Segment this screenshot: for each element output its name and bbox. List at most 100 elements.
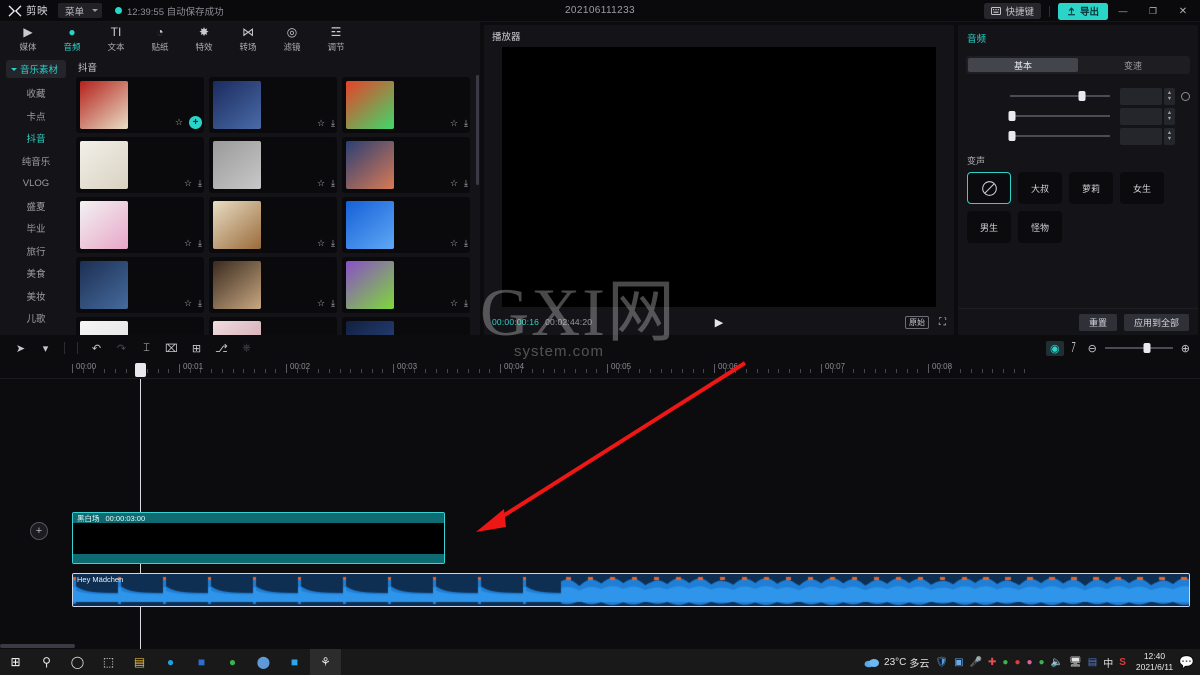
sidebar-item-抖音[interactable]: 抖音	[0, 127, 72, 150]
slider-track[interactable]	[1008, 131, 1110, 141]
start-button[interactable]: ⊞	[0, 649, 31, 675]
music-card[interactable]: ☆⤓	[209, 77, 337, 133]
fullscreen-button[interactable]: ⛶	[939, 317, 946, 328]
sidebar-header[interactable]: 音乐素材	[6, 60, 66, 78]
video-preview[interactable]	[502, 47, 936, 307]
wechat-tray-icon[interactable]: ●	[1039, 657, 1045, 668]
sidebar-item-卡点[interactable]: 卡点	[0, 105, 72, 128]
audio-clip[interactable]: Hey Mädchen	[72, 573, 1190, 607]
music-card[interactable]: ☆⤓	[342, 77, 470, 133]
download-icon[interactable]: ⤓	[464, 238, 468, 249]
aspect-ratio-button[interactable]: 原始	[905, 315, 929, 329]
download-icon[interactable]: ⤓	[198, 298, 202, 309]
tab-滤镜[interactable]: ◎ 滤镜	[270, 23, 314, 55]
select-tool[interactable]: ➤	[8, 337, 33, 359]
reset-icon[interactable]	[1181, 91, 1190, 101]
add-track-button[interactable]: +	[30, 522, 48, 540]
music-card[interactable]: ☆⤓	[76, 257, 204, 313]
cortana-icon[interactable]: ◯	[62, 649, 93, 675]
voice-option-女生[interactable]: 女生	[1120, 172, 1164, 204]
timeline-horizontal-scrollbar[interactable]	[0, 644, 75, 648]
search-icon[interactable]: ⚲	[31, 649, 62, 675]
freeze-button[interactable]: ⊞	[184, 337, 209, 359]
minimize-button[interactable]: —	[1108, 0, 1138, 22]
screen-icon[interactable]: ▣	[954, 657, 963, 668]
sidebar-item-VLOG[interactable]: VLOG	[0, 172, 72, 195]
zoom-slider-handle[interactable]	[1143, 343, 1151, 353]
sidebar-item-毕业[interactable]: 毕业	[0, 217, 72, 240]
tab-音频[interactable]: ● 音频	[50, 23, 94, 55]
network-icon[interactable]: ▤	[1088, 657, 1097, 668]
close-button[interactable]: ✕	[1168, 0, 1198, 22]
shield-icon[interactable]: 🛡	[935, 657, 948, 668]
sidebar-item-盛夏[interactable]: 盛夏	[0, 195, 72, 218]
export-button[interactable]: 导出	[1057, 2, 1108, 20]
slider-handle[interactable]	[1008, 131, 1016, 141]
store-icon[interactable]: ■	[186, 649, 217, 675]
redo-button[interactable]: ↷	[109, 337, 134, 359]
voice-option-男生[interactable]: 男生	[967, 211, 1011, 243]
browser-icon[interactable]: ●	[155, 649, 186, 675]
download-icon[interactable]: ⤓	[464, 118, 468, 129]
favorite-icon[interactable]: ☆	[317, 298, 325, 309]
app-icon[interactable]: ■	[279, 649, 310, 675]
tab-特效[interactable]: ✸ 特效	[182, 23, 226, 55]
tab-转场[interactable]: ⋈ 转场	[226, 23, 270, 55]
favorite-icon[interactable]: ☆	[450, 118, 458, 129]
mark-in-button[interactable]: ⎇	[209, 337, 234, 359]
sogou-icon[interactable]: S	[1119, 657, 1126, 668]
sidebar-item-儿歌[interactable]: 儿歌	[0, 307, 72, 330]
music-card[interactable]: ☆⤓	[209, 137, 337, 193]
music-card[interactable]: ☆⤓	[76, 317, 204, 335]
mic-icon[interactable]: 🎤	[970, 657, 982, 668]
slider-value-input[interactable]	[1120, 107, 1162, 125]
select-dropdown[interactable]: ▾	[33, 337, 58, 359]
download-icon[interactable]: ⤓	[331, 178, 335, 189]
music-card[interactable]: ☆⤓	[209, 317, 337, 335]
tab-贴纸[interactable]: ◔ 贴纸	[138, 23, 182, 55]
music-card[interactable]: ☆⤓	[342, 317, 470, 335]
update-icon[interactable]: ✚	[988, 657, 996, 668]
notifications-icon[interactable]: 💬	[1179, 655, 1194, 669]
panel-tab-变速[interactable]: 变速	[1078, 58, 1188, 72]
music-card[interactable]: ☆⤓	[76, 137, 204, 193]
undo-button[interactable]: ↶	[84, 337, 109, 359]
delete-button[interactable]: ⌧	[159, 337, 184, 359]
slider-track[interactable]	[1010, 91, 1110, 101]
pink-icon[interactable]: ●	[1026, 657, 1032, 668]
sidebar-item-美妆[interactable]: 美妆	[0, 285, 72, 308]
music-card[interactable]: ☆⤓	[342, 137, 470, 193]
favorite-icon[interactable]: ☆	[184, 238, 192, 249]
slider-track[interactable]	[1008, 111, 1110, 121]
download-icon[interactable]: ⤓	[198, 178, 202, 189]
music-card[interactable]: ☆⤓	[342, 257, 470, 313]
globe-icon[interactable]: ⬤	[248, 649, 279, 675]
music-card[interactable]: ☆⤓	[342, 197, 470, 253]
video-clip[interactable]: 黑白场 00:00:03:00	[72, 512, 445, 564]
sidebar-item-旅行[interactable]: 旅行	[0, 240, 72, 263]
mirror-icon[interactable]: ◉	[1045, 340, 1064, 356]
download-icon[interactable]: ⤓	[464, 298, 468, 309]
favorite-icon[interactable]: ☆	[317, 118, 325, 129]
monitor-icon[interactable]: 🖥	[1069, 657, 1082, 668]
zoom-slider[interactable]	[1104, 343, 1173, 353]
zoom-out-button[interactable]: ⊖	[1088, 342, 1097, 355]
sidebar-item-纯音乐[interactable]: 纯音乐	[0, 150, 72, 173]
taskbar-clock[interactable]: 12:40 2021/6/11	[1136, 651, 1173, 673]
timeline-ruler[interactable]: 00:00 00:01 00:02 00:03 00:04 00:05 00:06 00:07…	[0, 359, 1200, 379]
voice-option-大叔[interactable]: 大叔	[1018, 172, 1062, 204]
music-card[interactable]: ☆⤓	[76, 197, 204, 253]
shortcut-button[interactable]: 快捷键	[984, 3, 1041, 19]
favorite-icon[interactable]: ☆	[317, 178, 325, 189]
stepper-buttons[interactable]: ▲ ▼	[1164, 107, 1175, 125]
playhead-handle[interactable]	[135, 363, 146, 377]
mark-out-button[interactable]: ⎈	[234, 337, 259, 359]
favorite-icon[interactable]: ☆	[184, 298, 192, 309]
apply-all-button[interactable]: 应用到全部	[1123, 313, 1189, 331]
download-icon[interactable]: ⤓	[331, 118, 335, 129]
favorite-icon[interactable]: ☆	[450, 298, 458, 309]
file-explorer-icon[interactable]: ▤	[124, 649, 155, 675]
slider-handle[interactable]	[1008, 111, 1016, 121]
weather-widget[interactable]: 23°C 多云	[864, 655, 929, 670]
sidebar-item-收藏[interactable]: 收藏	[0, 82, 72, 105]
